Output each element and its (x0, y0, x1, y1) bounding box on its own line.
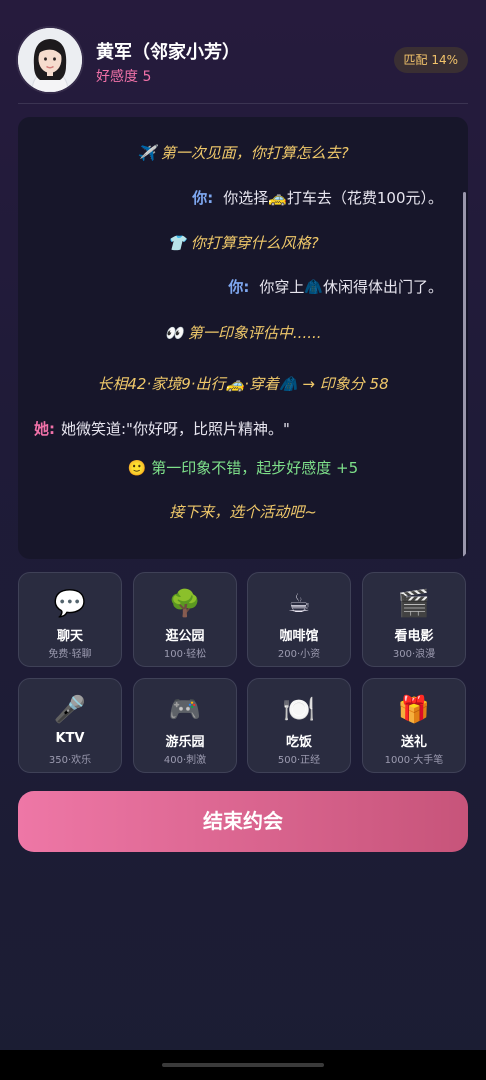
question-travel: ✈️ 第一次见面，你打算怎么去? (137, 144, 349, 162)
clapperboard-icon: 🎬 (397, 589, 431, 619)
activity-name: 吃饭 (285, 735, 312, 750)
activity-name: KTV (55, 731, 85, 746)
gamepad-icon: 🎮 (168, 695, 202, 725)
avatar[interactable] (18, 28, 82, 92)
gift-icon: 🎁 (397, 695, 431, 725)
activity-cost: 350·欢乐 (48, 755, 92, 766)
impression-evaluating: 👀 第一印象评估中...... (164, 324, 322, 342)
activity-cafe-button[interactable]: ☕ 咖啡馆 200·小资 (247, 572, 351, 667)
activity-name: 游乐园 (165, 735, 205, 750)
impression-score: 长相42·家境9·出行🚕·穿着🧥 → 印象分 58 (97, 375, 389, 393)
character-name: 黄军（邻家小芳） (96, 42, 240, 63)
activity-cost: 免费·轻聊 (48, 649, 92, 660)
activity-cost: 500·正经 (277, 755, 321, 766)
activity-chat-button[interactable]: 💬 聊天 免费·轻聊 (18, 572, 122, 667)
activity-cost: 300·浪漫 (392, 649, 436, 660)
partner-reply: 她: 她微笑道:"你好呀，比照片精神。" (34, 420, 290, 438)
activity-cost: 1000·大手笔 (384, 755, 444, 766)
activity-cost: 100·轻松 (163, 649, 207, 660)
activity-ktv-button[interactable]: 🎤 KTV 350·欢乐 (18, 678, 122, 773)
favorability-label: 好感度 5 (96, 69, 152, 85)
activity-park-button[interactable]: 🌳 逛公园 100·轻松 (133, 572, 237, 667)
coffee-icon: ☕ (287, 589, 311, 619)
header-divider (18, 103, 468, 104)
question-outfit: 👕 你打算穿什么风格? (167, 234, 319, 252)
next-activity-prompt: 接下来，选个活动吧~ (169, 503, 317, 521)
avatar-portrait-icon (18, 28, 82, 92)
activity-dinner-button[interactable]: 🍽️ 吃饭 500·正经 (247, 678, 351, 773)
story-scrollbar[interactable] (463, 192, 466, 557)
activity-name: 聊天 (56, 629, 83, 644)
activity-name: 逛公园 (165, 629, 205, 644)
speech-bubble-icon: 💬 (53, 589, 87, 619)
player-label: 你: (192, 189, 214, 207)
plate-icon: 🍽️ (282, 695, 316, 725)
activity-cost: 400·刺激 (163, 755, 207, 766)
player-reply-travel: 你: 你选择🚕打车去（花费100元）。 (192, 189, 443, 207)
activity-movie-button[interactable]: 🎬 看电影 300·浪漫 (362, 572, 466, 667)
player-reply-outfit: 你: 你穿上🧥休闲得体出门了。 (228, 278, 443, 296)
activity-cost: 200·小资 (277, 649, 321, 660)
tree-icon: 🌳 (168, 589, 202, 619)
activity-name: 看电影 (394, 629, 434, 644)
story-log-panel[interactable]: ✈️ 第一次见面，你打算怎么去? 你: 你选择🚕打车去（花费100元）。 👕 你打… (18, 117, 468, 559)
home-indicator[interactable] (162, 1063, 324, 1067)
activity-amusement-park-button[interactable]: 🎮 游乐园 400·刺激 (133, 678, 237, 773)
activity-name: 送礼 (400, 735, 427, 750)
match-badge: 匹配 14% (393, 47, 468, 73)
activity-name: 咖啡馆 (279, 629, 319, 644)
microphone-icon: 🎤 (53, 695, 87, 725)
activity-gift-button[interactable]: 🎁 送礼 1000·大手笔 (362, 678, 466, 773)
player-label: 你: (228, 278, 250, 296)
end-date-button[interactable]: 结束约会 (18, 791, 468, 852)
favor-gain-message: 🙂 第一印象不错，起步好感度 +5 (127, 459, 359, 477)
partner-label: 她: (34, 420, 55, 438)
profile-header: 黄军（邻家小芳） 好感度 5 匹配 14% (0, 0, 486, 104)
